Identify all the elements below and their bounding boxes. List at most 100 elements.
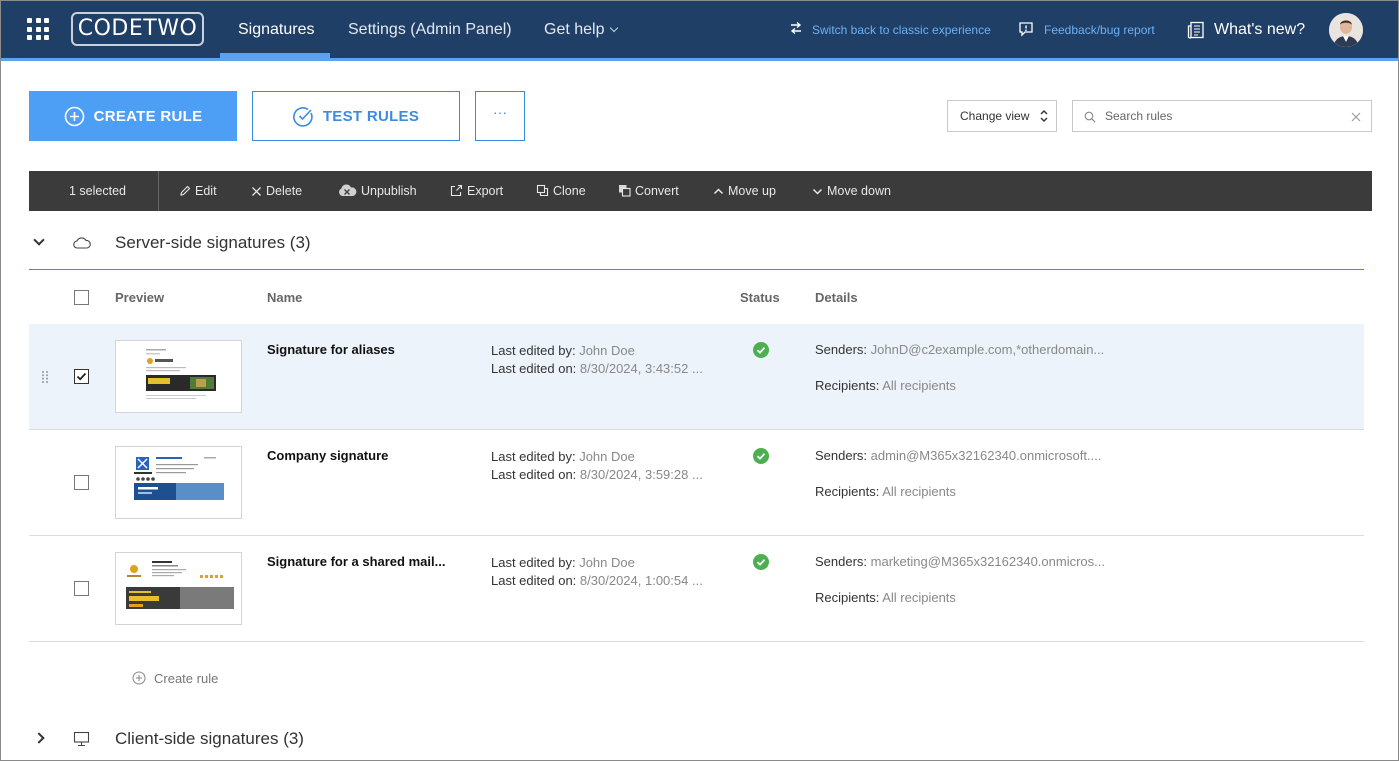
recipients-value: All recipients	[882, 484, 956, 499]
create-rule-button[interactable]: CREATE RULE	[29, 91, 237, 141]
tab-settings-admin-panel[interactable]: Settings (Admin Panel)	[348, 1, 512, 58]
switch-arrows-icon	[790, 21, 802, 35]
change-view-label: Change view	[960, 109, 1030, 123]
server-side-group-title[interactable]: Server-side signatures (3)	[115, 233, 311, 253]
create-rule-label: CREATE RULE	[93, 107, 203, 125]
clone-icon	[536, 184, 549, 197]
recipients-value: All recipients	[882, 378, 956, 393]
row-checkbox[interactable]	[74, 475, 89, 490]
pencil-icon	[180, 185, 191, 196]
last-edited-by-label: Last edited by:	[491, 343, 576, 358]
plus-circle-icon	[132, 671, 146, 685]
row-checkbox[interactable]	[74, 369, 89, 384]
search-rules-box[interactable]	[1072, 100, 1372, 132]
last-edited-on-value: 8/30/2024, 3:43:52 ...	[579, 361, 703, 376]
tab-signatures[interactable]: Signatures	[238, 1, 315, 58]
export-button[interactable]: Export	[450, 171, 503, 212]
rule-edit-info: Last edited by: John Doe Last edited on:…	[491, 448, 703, 484]
export-icon	[450, 184, 463, 197]
whats-new-link[interactable]: What's new?	[1187, 1, 1305, 58]
drag-handle-icon[interactable]	[41, 370, 49, 384]
plus-circle-icon	[64, 106, 84, 126]
last-edited-by-value: John Doe	[579, 555, 635, 570]
rule-name[interactable]: Company signature	[267, 448, 388, 463]
feedback-link[interactable]: Feedback/bug report	[1018, 1, 1155, 58]
selection-toolbar: 1 selected Edit Delete Unpublish Export …	[29, 171, 1372, 211]
brand-logo[interactable]: CODETWO	[71, 12, 204, 46]
senders-label: Senders:	[815, 554, 868, 569]
last-edited-on-label: Last edited on:	[491, 361, 577, 376]
convert-button[interactable]: Convert	[618, 171, 679, 212]
signature-preview-thumbnail[interactable]	[115, 552, 242, 625]
more-options-button[interactable]: ···	[475, 91, 525, 141]
create-rule-link[interactable]: Create rule	[132, 669, 218, 686]
test-rules-button[interactable]: TEST RULES	[252, 91, 460, 141]
switch-classic-link[interactable]: Switch back to classic experience	[789, 1, 991, 58]
edit-button[interactable]: Edit	[179, 171, 217, 212]
rule-name[interactable]: Signature for a shared mail...	[267, 554, 445, 569]
switch-classic-label: Switch back to classic experience	[812, 23, 991, 37]
last-edited-by-value: John Doe	[579, 449, 635, 464]
top-navigation-bar: CODETWO Signatures Settings (Admin Panel…	[1, 1, 1398, 58]
clone-label: Clone	[553, 184, 586, 198]
senders-label: Senders:	[815, 448, 868, 463]
signature-preview-thumbnail[interactable]	[115, 340, 242, 413]
feedback-label: Feedback/bug report	[1044, 23, 1155, 37]
unpublish-button[interactable]: Unpublish	[337, 171, 417, 212]
unpublish-label: Unpublish	[361, 184, 417, 198]
rule-details: Senders: marketing@M365x32162340.onmicro…	[815, 554, 1105, 605]
create-rule-link-label: Create rule	[154, 671, 219, 686]
convert-label: Convert	[635, 184, 679, 198]
delete-button[interactable]: Delete	[251, 171, 302, 212]
move-down-button[interactable]: Move down	[812, 171, 891, 212]
row-checkbox[interactable]	[74, 581, 89, 596]
clear-search-icon[interactable]	[1351, 112, 1361, 122]
signature-preview-thumbnail[interactable]	[115, 446, 242, 519]
check-circle-icon	[292, 106, 313, 127]
toolbar-divider	[158, 171, 159, 211]
rule-edit-info: Last edited by: John Doe Last edited on:…	[491, 342, 703, 378]
test-rules-label: TEST RULES	[322, 107, 420, 125]
app-launcher-icon[interactable]	[27, 18, 49, 40]
recipients-value: All recipients	[882, 590, 956, 605]
whats-new-label: What's new?	[1214, 21, 1306, 38]
rule-details: Senders: admin@M365x32162340.onmicrosoft…	[815, 448, 1101, 499]
recipients-label: Recipients:	[815, 484, 880, 499]
rule-edit-info: Last edited by: John Doe Last edited on:…	[491, 554, 703, 590]
senders-value: JohnD@c2example.com,*otherdomain...	[870, 342, 1105, 357]
recipients-label: Recipients:	[815, 378, 880, 393]
last-edited-on-label: Last edited on:	[491, 573, 577, 588]
signature-preview-image	[146, 349, 216, 399]
search-input[interactable]	[1105, 101, 1345, 131]
expand-server-group-icon[interactable]	[33, 234, 45, 246]
expand-client-group-icon[interactable]	[33, 732, 45, 744]
export-label: Export	[467, 184, 504, 198]
select-all-checkbox[interactable]	[74, 290, 89, 305]
cloud-icon	[73, 237, 91, 249]
cloud-off-icon	[339, 184, 357, 196]
table-row[interactable]: Signature for a shared mail... Last edit…	[29, 536, 1364, 642]
news-icon	[1187, 21, 1204, 39]
feedback-icon	[1019, 22, 1033, 37]
rule-details: Senders: JohnD@c2example.com,*otherdomai…	[815, 342, 1105, 393]
user-photo-icon	[1329, 13, 1363, 47]
delete-label: Delete	[266, 184, 303, 198]
move-down-label: Move down	[827, 184, 891, 198]
client-side-group-title[interactable]: Client-side signatures (3)	[115, 729, 304, 749]
column-details: Details	[815, 290, 858, 305]
last-edited-by-label: Last edited by:	[491, 555, 576, 570]
move-up-button[interactable]: Move up	[713, 171, 776, 212]
tab-get-help[interactable]: Get help	[544, 1, 619, 58]
table-row[interactable]: Signature for aliases Last edited by: Jo…	[29, 324, 1364, 430]
column-name[interactable]: Name	[267, 290, 302, 305]
senders-label: Senders:	[815, 342, 868, 357]
clone-button[interactable]: Clone	[536, 171, 586, 212]
chevron-down-icon	[812, 188, 823, 195]
tab-get-help-label: Get help	[544, 21, 605, 38]
user-avatar[interactable]	[1329, 13, 1363, 47]
convert-icon	[619, 185, 631, 197]
table-row[interactable]: Company signature Last edited by: John D…	[29, 430, 1364, 536]
change-view-select[interactable]: Change view	[947, 100, 1057, 132]
rule-name[interactable]: Signature for aliases	[267, 342, 395, 357]
last-edited-by-value: John Doe	[579, 343, 635, 358]
